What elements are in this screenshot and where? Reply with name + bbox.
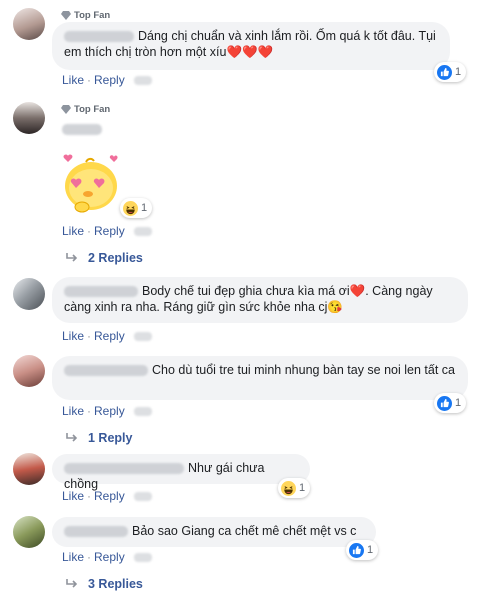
- avatar[interactable]: [13, 355, 45, 387]
- timestamp[interactable]: [133, 406, 152, 416]
- author-name[interactable]: [64, 286, 138, 298]
- comment-text: Body chế tui đẹp ghia chưa kìa má ơi: [142, 284, 350, 298]
- avatar[interactable]: [13, 8, 45, 40]
- reaction-count[interactable]: 1: [434, 62, 467, 82]
- comment-actions: Like · Reply: [62, 404, 152, 418]
- view-replies-link[interactable]: 2 Replies: [66, 251, 143, 265]
- comment-actions: Like · Reply: [62, 224, 152, 238]
- reply-link[interactable]: Reply: [94, 489, 125, 503]
- heart-emojis: ❤️❤️❤️: [226, 45, 274, 59]
- view-replies-link[interactable]: 3 Replies: [66, 577, 143, 591]
- like-icon: [437, 395, 452, 411]
- comment-bubble: Dáng chị chuẩn và xinh lắm rồi. Ốm quá k…: [52, 22, 450, 70]
- reply-link[interactable]: Reply: [94, 404, 125, 418]
- like-link[interactable]: Like: [62, 489, 84, 503]
- kiss-emoji: 😘: [327, 300, 343, 314]
- reply-link[interactable]: Reply: [94, 329, 125, 343]
- timestamp[interactable]: [133, 75, 152, 85]
- diamond-icon: [61, 11, 71, 20]
- diamond-icon: [61, 105, 71, 114]
- top-fan-badge: Top Fan: [61, 104, 110, 115]
- comment-actions: Like · Reply: [62, 73, 152, 87]
- author-name[interactable]: [62, 124, 102, 135]
- reply-arrow-icon: [66, 253, 78, 262]
- author-name[interactable]: [64, 463, 184, 475]
- author-name[interactable]: [64, 526, 128, 538]
- sticker-chick-hearts[interactable]: [58, 152, 124, 218]
- like-link[interactable]: Like: [62, 404, 84, 418]
- avatar[interactable]: [13, 102, 45, 134]
- reaction-count[interactable]: 1: [278, 478, 311, 498]
- timestamp[interactable]: [133, 552, 152, 562]
- reply-link[interactable]: Reply: [94, 224, 125, 238]
- haha-icon: [281, 480, 296, 496]
- avatar[interactable]: [13, 278, 45, 310]
- like-icon: [437, 64, 452, 80]
- comment-actions: Like · Reply: [62, 329, 152, 343]
- top-fan-badge: Top Fan: [61, 10, 110, 21]
- comment-text: Bảo sao Giang ca chết mê chết mệt vs c: [132, 524, 357, 538]
- like-link[interactable]: Like: [62, 224, 84, 238]
- timestamp[interactable]: [133, 491, 152, 501]
- comment-actions: Like · Reply: [62, 489, 152, 503]
- comment-bubble: Body chế tui đẹp ghia chưa kìa má ơi❤️. …: [52, 277, 468, 323]
- comment-actions: Like · Reply: [62, 550, 152, 564]
- reply-arrow-icon: [66, 433, 78, 442]
- author-name[interactable]: [64, 365, 148, 377]
- like-link[interactable]: Like: [62, 550, 84, 564]
- comment-bubble: Như gái chưa chồng: [52, 454, 310, 491]
- author-name[interactable]: [64, 31, 134, 43]
- reply-arrow-icon: [66, 579, 78, 588]
- reply-link[interactable]: Reply: [94, 550, 125, 564]
- avatar[interactable]: [13, 516, 45, 548]
- comment-text: Cho dù tuổi tre tui minh nhung bàn tay s…: [152, 363, 455, 377]
- like-link[interactable]: Like: [62, 73, 84, 87]
- like-icon: [349, 542, 364, 558]
- like-link[interactable]: Like: [62, 329, 84, 343]
- reaction-count[interactable]: 1: [346, 540, 379, 560]
- reaction-count[interactable]: 1: [120, 198, 153, 218]
- timestamp[interactable]: [133, 226, 152, 236]
- avatar[interactable]: [13, 453, 45, 485]
- comment-bubble: Bảo sao Giang ca chết mê chết mệt vs c: [52, 517, 376, 547]
- heart-emoji: ❤️: [349, 284, 366, 298]
- reaction-count[interactable]: 1: [434, 393, 467, 413]
- comment-bubble: Cho dù tuổi tre tui minh nhung bàn tay s…: [52, 356, 468, 400]
- view-replies-link[interactable]: 1 Reply: [66, 431, 132, 445]
- reply-link[interactable]: Reply: [94, 73, 125, 87]
- timestamp[interactable]: [133, 331, 152, 341]
- haha-icon: [123, 200, 138, 216]
